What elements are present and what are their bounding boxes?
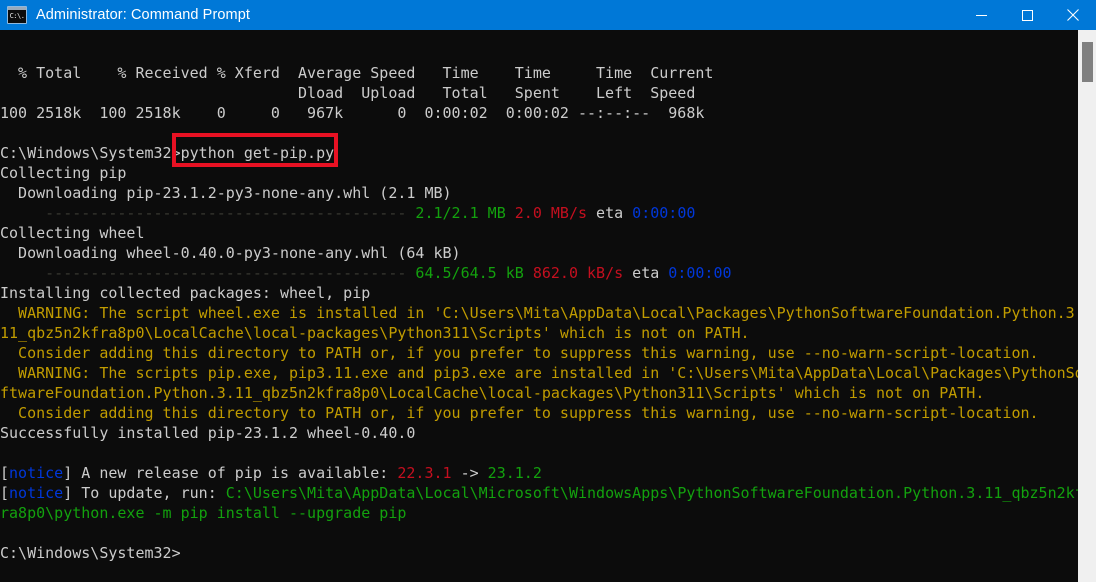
terminal-line: ftwareFoundation.Python.3.11_qbz5n2kfra8… <box>0 383 1078 403</box>
command-prompt-window: C:\. Administrator: Command Prompt % Tot… <box>0 0 1096 582</box>
terminal-text: Downloading wheel-0.40.0-py3-none-any.wh… <box>0 244 461 262</box>
terminal-text: eta <box>587 204 633 222</box>
terminal-text: ] To update, run: <box>63 484 226 502</box>
terminal-text: 2.0 MB/s <box>514 204 588 222</box>
window-controls <box>958 0 1096 30</box>
window-title: Administrator: Command Prompt <box>36 7 251 23</box>
terminal-line: 100 2518k 100 2518k 0 0 967k 0 0:00:02 0… <box>0 103 1078 123</box>
terminal-text: -> <box>451 464 488 482</box>
terminal-text: notice <box>9 464 64 482</box>
terminal-text: Consider adding this directory to PATH o… <box>0 344 1039 362</box>
terminal-text: 64.5/64.5 kB <box>415 264 524 282</box>
terminal-line-list: % Total % Received % Xferd Average Speed… <box>0 63 1078 563</box>
terminal-line: % Total % Received % Xferd Average Speed… <box>0 63 1078 83</box>
minimize-button[interactable] <box>958 0 1004 30</box>
terminal-text: Successfully installed pip-23.1.2 wheel-… <box>0 424 416 442</box>
terminal-text: Downloading pip-23.1.2-py3-none-any.whl … <box>0 184 452 202</box>
terminal-text: 0:00:00 <box>668 264 732 282</box>
terminal-text: 23.1.2 <box>487 464 542 482</box>
terminal-line: 11_qbz5n2kfra8p0\LocalCache\local-packag… <box>0 323 1078 343</box>
terminal-line: ----------------------------------------… <box>0 263 1078 283</box>
terminal-text: 11_qbz5n2kfra8p0\LocalCache\local-packag… <box>0 324 750 342</box>
terminal-line: ra8p0\python.exe -m pip install --upgrad… <box>0 503 1078 523</box>
terminal-text: eta <box>623 264 669 282</box>
terminal-line: Collecting wheel <box>0 223 1078 243</box>
terminal-text: 100 2518k 100 2518k 0 0 967k 0 0:00:02 0… <box>0 104 705 122</box>
terminal-text: ] A new release of pip is available: <box>63 464 398 482</box>
terminal-text: WARNING: The scripts pip.exe, pip3.11.ex… <box>0 364 1078 382</box>
terminal-line: [notice] A new release of pip is availab… <box>0 463 1078 483</box>
terminal-line: WARNING: The script wheel.exe is install… <box>0 303 1078 323</box>
terminal-line: Installing collected packages: wheel, pi… <box>0 283 1078 303</box>
maximize-icon <box>1021 9 1033 21</box>
terminal-line: Downloading wheel-0.40.0-py3-none-any.wh… <box>0 243 1078 263</box>
terminal-text: WARNING: The script wheel.exe is install… <box>0 304 1078 322</box>
console-area: % Total % Received % Xferd Average Speed… <box>0 30 1096 582</box>
terminal-line: WARNING: The scripts pip.exe, pip3.11.ex… <box>0 363 1078 383</box>
scrollbar-thumb[interactable] <box>1082 42 1093 82</box>
close-icon <box>1067 9 1079 21</box>
terminal-line: Dload Upload Total Spent Left Speed <box>0 83 1078 103</box>
terminal-text: Dload Upload Total Spent Left Speed <box>0 84 696 102</box>
title-bar[interactable]: C:\. Administrator: Command Prompt <box>0 0 1096 30</box>
terminal-text: % Total % Received % Xferd Average Speed… <box>0 64 714 82</box>
terminal-line: Downloading pip-23.1.2-py3-none-any.whl … <box>0 183 1078 203</box>
terminal-line: Collecting pip <box>0 163 1078 183</box>
terminal-line: C:\Windows\System32>python get-pip.py <box>0 143 1078 163</box>
terminal-text: C:\Windows\System32>python get-pip.py <box>0 144 335 162</box>
terminal-line: C:\Windows\System32> <box>0 543 1078 563</box>
terminal-text: Collecting pip <box>0 164 127 182</box>
terminal-line: Successfully installed pip-23.1.2 wheel-… <box>0 423 1078 443</box>
terminal-text: Collecting wheel <box>0 224 145 242</box>
terminal-line: Consider adding this directory to PATH o… <box>0 343 1078 363</box>
terminal-text: C:\Users\Mita\AppData\Local\Microsoft\Wi… <box>225 484 1078 502</box>
close-button[interactable] <box>1050 0 1096 30</box>
minimize-icon <box>975 14 987 16</box>
console-icon-titlestrip <box>8 7 26 10</box>
terminal-text: ---------------------------------------- <box>0 204 416 222</box>
terminal-line: [notice] To update, run: C:\Users\Mita\A… <box>0 483 1078 503</box>
terminal-text: Consider adding this directory to PATH o… <box>0 404 1039 422</box>
console-icon-text: C:\. <box>9 12 25 20</box>
terminal-text: ra8p0\python.exe -m pip install --upgrad… <box>0 504 407 522</box>
terminal-text: [ <box>0 484 10 502</box>
terminal-text: 862.0 kB/s <box>532 264 624 282</box>
terminal-line: ----------------------------------------… <box>0 203 1078 223</box>
terminal-text: ftwareFoundation.Python.3.11_qbz5n2kfra8… <box>0 384 985 402</box>
terminal-output[interactable]: % Total % Received % Xferd Average Speed… <box>0 30 1078 582</box>
terminal-text: 0:00:00 <box>632 204 696 222</box>
console-icon: C:\. <box>7 6 27 24</box>
terminal-text: [ <box>0 464 10 482</box>
terminal-text: ---------------------------------------- <box>0 264 416 282</box>
terminal-text: 22.3.1 <box>397 464 452 482</box>
terminal-line: Consider adding this directory to PATH o… <box>0 403 1078 423</box>
terminal-text: Installing collected packages: wheel, pi… <box>0 284 371 302</box>
terminal-text: 2.1/2.1 MB <box>415 204 506 222</box>
terminal-text: notice <box>9 484 64 502</box>
vertical-scrollbar[interactable] <box>1078 30 1096 582</box>
maximize-button[interactable] <box>1004 0 1050 30</box>
terminal-text: C:\Windows\System32> <box>0 544 181 562</box>
